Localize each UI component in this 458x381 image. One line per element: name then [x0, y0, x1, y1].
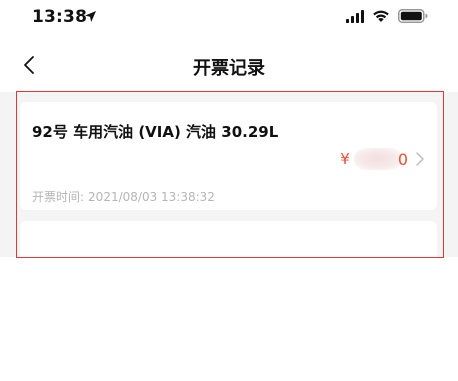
record-time-value: 2021/08/03 13:38:32: [88, 190, 215, 204]
record-time: 开票时间: 2021/08/03 13:38:32: [32, 188, 215, 205]
page-title: 开票记录: [193, 58, 265, 79]
battery-icon: [398, 9, 428, 23]
record-title: 92号 车用汽油 (VIA) 汽油 30.29L: [32, 123, 279, 141]
wifi-icon: [373, 10, 389, 22]
record-list: 92号 车用汽油 (VIA) 汽油 30.29L ¥ 0 开票时间: 2021/0…: [0, 92, 458, 257]
chevron-right-icon: [416, 152, 424, 166]
navigation-bar: 开票记录: [0, 46, 458, 86]
location-arrow-icon: [85, 11, 96, 22]
invoice-record-card-partial[interactable]: [20, 221, 437, 257]
signal-icon: [346, 10, 364, 23]
record-time-label: 开票时间:: [32, 190, 85, 204]
status-time: 13:38: [32, 7, 88, 27]
record-price: ¥ 0: [340, 148, 425, 170]
price-amount: 0: [397, 149, 408, 169]
price-redaction-blur: [353, 148, 402, 170]
status-bar: 13:38: [0, 0, 458, 36]
currency-symbol: ¥: [340, 150, 350, 168]
invoice-records-page: 13:38 开票记录 92号 车用汽油 (VIA) 汽油 30.29L ¥ 0 …: [0, 0, 458, 381]
invoice-record-card[interactable]: 92号 车用汽油 (VIA) 汽油 30.29L ¥ 0 开票时间: 2021/0…: [20, 102, 437, 210]
